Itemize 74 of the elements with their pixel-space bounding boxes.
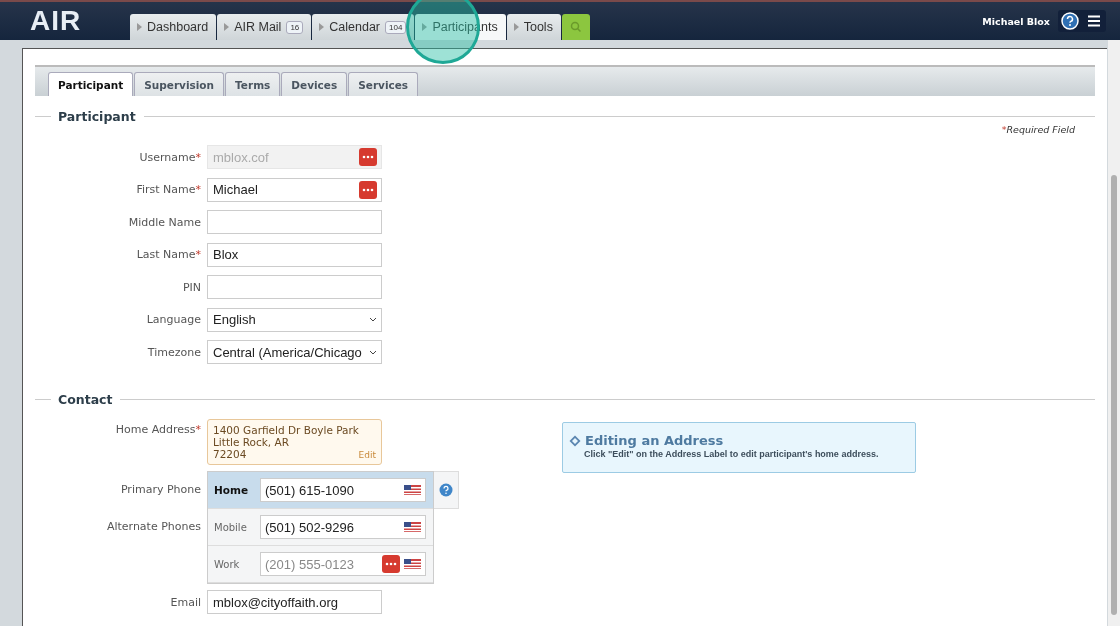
count-badge: 104 — [385, 20, 407, 34]
field-label: Language — [146, 313, 201, 326]
triangle-icon — [422, 23, 428, 31]
phone-field[interactable]: (501) 502-9296 — [260, 515, 426, 539]
info-text: Click "Edit" on the Address Label to edit participant's home address. — [584, 449, 880, 459]
phone-field[interactable]: (201) 555-0123 — [260, 552, 426, 576]
nav-tab[interactable]: AIR Mail 16 — [217, 14, 312, 40]
required-mark: * — [1001, 124, 1007, 135]
select-field[interactable]: English — [207, 307, 382, 332]
diamond-icon — [569, 434, 581, 447]
field-label: Alternate Phones — [106, 520, 201, 533]
field-label: Home Address — [115, 423, 196, 436]
nav-tab[interactable]: Dashboard — [130, 14, 217, 40]
required-mark: * — [195, 183, 201, 196]
flag-icon[interactable] — [404, 485, 421, 495]
phone-type: Mobile — [214, 521, 248, 533]
input-field[interactable] — [207, 275, 382, 299]
input-field[interactable]: Blox — [207, 242, 382, 267]
search-icon — [569, 21, 582, 33]
section-title: Contact — [58, 392, 113, 407]
count-badge: 16 — [286, 20, 304, 34]
nav-label: Tools — [523, 20, 553, 34]
menu-icon — [1087, 15, 1101, 27]
scrollbar[interactable] — [1108, 40, 1120, 626]
tab[interactable]: Participant — [48, 72, 134, 96]
ellipsis-icon[interactable] — [359, 180, 377, 199]
field-label: Primary Phone — [120, 483, 201, 496]
address-line: Little Rock, AR — [213, 436, 289, 448]
required-mark: * — [195, 150, 201, 164]
flag-icon[interactable] — [404, 522, 421, 532]
chevron-down-icon — [369, 349, 377, 355]
info-title: Editing an Address — [585, 433, 724, 448]
nav-label: Calendar — [329, 20, 381, 34]
triangle-icon — [513, 23, 519, 31]
section-title: Participant — [58, 109, 136, 124]
field-label: Email — [170, 595, 201, 609]
nav-tab[interactable]: Calendar 104 — [312, 14, 415, 40]
ellipsis-icon[interactable] — [382, 555, 400, 573]
help-button[interactable] — [1058, 10, 1082, 32]
field-label: Timezone — [147, 345, 201, 359]
phone-field[interactable]: (501) 615-1090 — [260, 478, 426, 502]
input-field[interactable] — [207, 210, 382, 234]
triangle-icon — [319, 23, 325, 31]
tab[interactable]: Services — [348, 72, 419, 96]
required-mark: * — [195, 423, 201, 436]
phone-type: Home — [214, 484, 250, 496]
required-mark: * — [195, 248, 201, 261]
help-icon — [1061, 12, 1079, 30]
field-label: Last Name — [136, 248, 196, 261]
nav-tab[interactable]: Tools — [506, 14, 561, 40]
field-label: Middle Name — [128, 215, 201, 229]
field-label: PIN — [182, 280, 201, 294]
chevron-down-icon — [369, 317, 377, 322]
triangle-icon — [137, 23, 142, 31]
logo[interactable]: AIR — [30, 5, 130, 37]
input-field[interactable]: Michael — [207, 177, 382, 202]
triangle-icon — [224, 23, 230, 31]
tab[interactable]: Terms — [225, 72, 281, 96]
tab[interactable]: Devices — [281, 72, 348, 96]
address-line: 1400 Garfield Dr Boyle Park — [213, 424, 359, 436]
field-label: Username — [139, 150, 196, 164]
field-label: First Name — [136, 183, 196, 196]
address-line: 72204 — [213, 448, 247, 460]
nav-label: Dashboard — [147, 20, 209, 34]
required-note: Required Field — [1006, 124, 1075, 135]
select-field[interactable]: Central (America/Chicago — [207, 340, 382, 364]
user-name[interactable]: Michael Blox — [982, 15, 1050, 27]
input-field[interactable]: mblox@cityoffaith.org — [207, 590, 382, 614]
search-button[interactable] — [561, 14, 590, 40]
help-icon[interactable] — [439, 483, 453, 497]
phone-type: Work — [214, 558, 241, 570]
tab[interactable]: Supervision — [134, 72, 225, 96]
nav-label: AIR Mail — [234, 20, 282, 34]
flag-icon[interactable] — [404, 559, 421, 569]
